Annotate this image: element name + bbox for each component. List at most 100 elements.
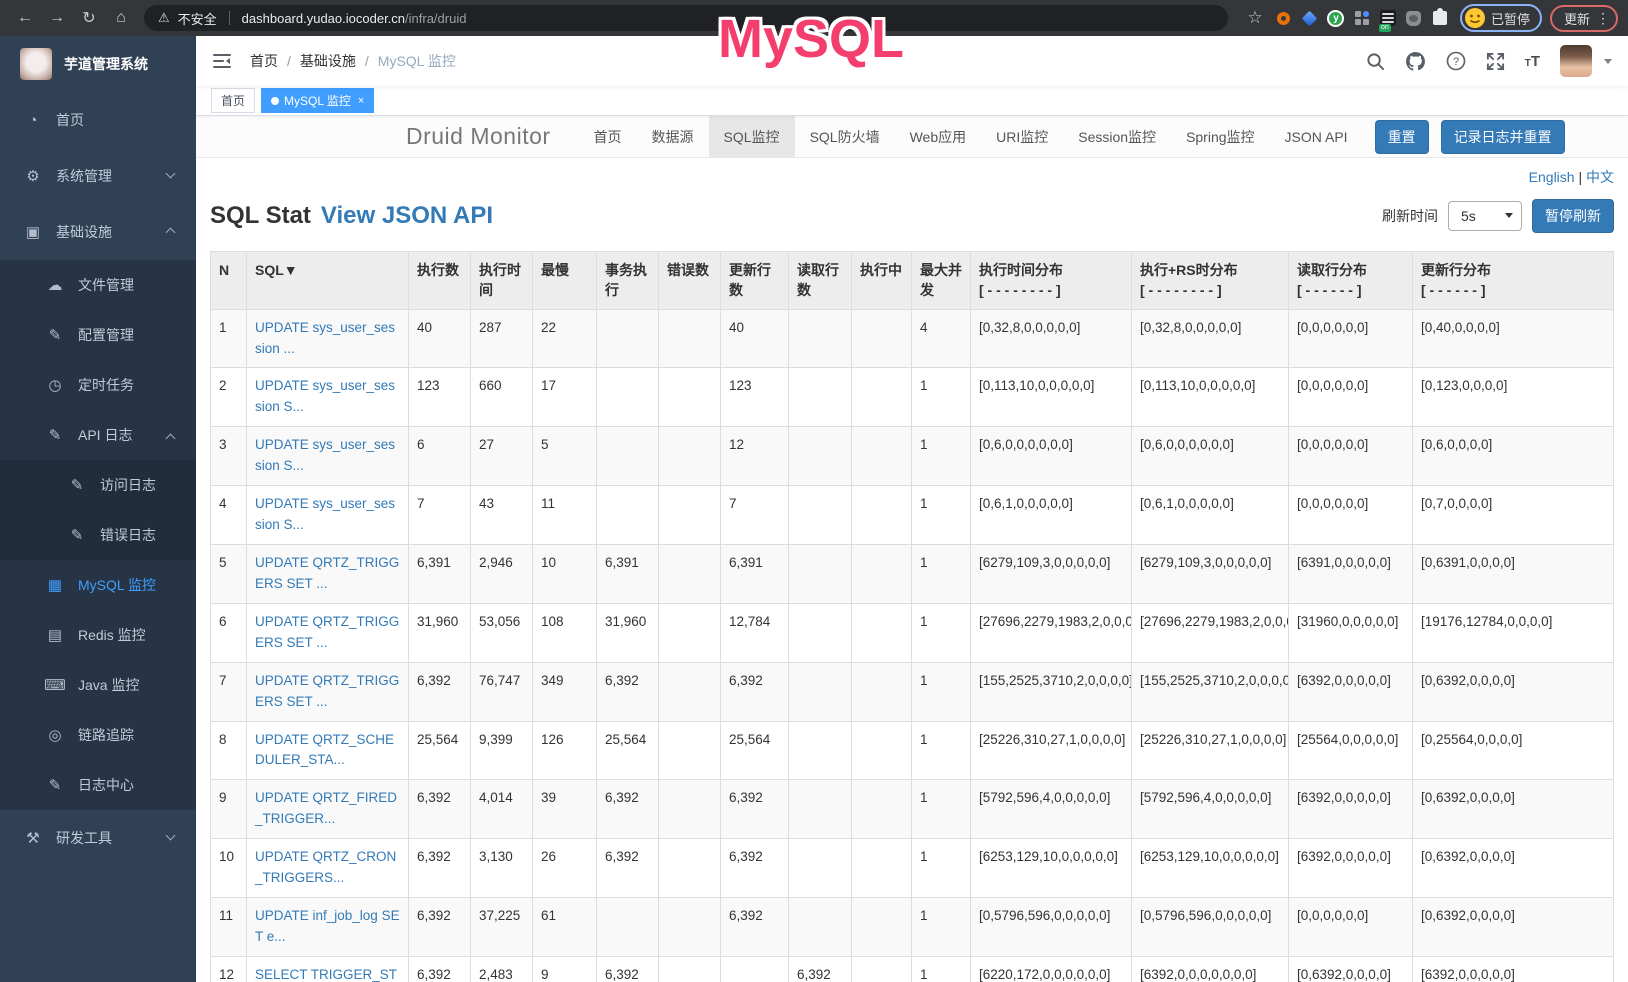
- cell-err: [659, 956, 721, 982]
- extension-gem-icon[interactable]: [1298, 6, 1322, 30]
- sidebar-item-system[interactable]: ⚙系统管理: [0, 148, 196, 204]
- druid-tab-Spring监控[interactable]: Spring监控: [1171, 116, 1269, 157]
- cell-err: [659, 427, 721, 486]
- update-button[interactable]: 更新 ⋮: [1550, 5, 1618, 32]
- layers-icon: ▤: [44, 626, 66, 644]
- home-icon[interactable]: ⌂: [106, 9, 136, 27]
- druid-tab-SQL防火墙[interactable]: SQL防火墙: [795, 116, 895, 157]
- fullscreen-icon[interactable]: [1486, 52, 1505, 71]
- eye-icon: ◎: [44, 726, 66, 744]
- sidebar-item-access-log[interactable]: ✎访问日志: [0, 460, 196, 510]
- sidebar-item-jobs[interactable]: ◷定时任务: [0, 360, 196, 410]
- sidebar-item-java[interactable]: ⌨Java 监控: [0, 660, 196, 710]
- cell-max: 126: [533, 721, 597, 780]
- reload-icon[interactable]: ↻: [74, 8, 104, 28]
- sidebar-item-files[interactable]: ☁文件管理: [0, 260, 196, 310]
- cell-run: [852, 427, 912, 486]
- druid-tab-Web应用[interactable]: Web应用: [895, 116, 982, 157]
- sql-link[interactable]: UPDATE QRTZ_TRIGGERS SET ...: [255, 614, 399, 650]
- druid-tab-JSON API[interactable]: JSON API: [1270, 116, 1363, 157]
- column-header: 最慢: [533, 252, 597, 310]
- cell-h_upd: [0,40,0,0,0,0]: [1413, 309, 1614, 368]
- gear-icon: ⚙: [22, 167, 44, 185]
- table-row: 12SELECT TRIGGER_STATE6,3922,48396,3926,…: [211, 956, 1614, 982]
- extension-list-icon[interactable]: on: [1376, 6, 1400, 30]
- cell-sql: UPDATE QRTZ_TRIGGERS SET ...: [247, 544, 409, 603]
- sql-link[interactable]: UPDATE QRTZ_TRIGGERS SET ...: [255, 673, 399, 709]
- sidebar-item-api-log[interactable]: ✎API 日志: [0, 410, 196, 460]
- menu-dots-icon[interactable]: ⋮: [1596, 10, 1610, 27]
- bookmark-star-icon[interactable]: ☆: [1240, 8, 1270, 28]
- cell-time: 4,014: [471, 780, 533, 839]
- sql-link[interactable]: UPDATE QRTZ_FIRED_TRIGGER...: [255, 790, 397, 826]
- sql-link[interactable]: UPDATE QRTZ_TRIGGERS SET ...: [255, 555, 399, 591]
- help-icon[interactable]: ?: [1446, 51, 1466, 71]
- sidebar-toggle-icon[interactable]: [212, 51, 232, 71]
- column-header[interactable]: SQL▼: [247, 252, 409, 310]
- cell-h_upd: [0,6392,0,0,0,0]: [1413, 662, 1614, 721]
- table-row: 8UPDATE QRTZ_SCHEDULER_STA...25,5649,399…: [211, 721, 1614, 780]
- sidebar-item-trace[interactable]: ◎链路追踪: [0, 710, 196, 760]
- app-logo[interactable]: 芋道管理系统: [0, 36, 196, 92]
- druid-tab-数据源[interactable]: 数据源: [637, 116, 709, 157]
- user-avatar[interactable]: [1560, 45, 1592, 77]
- sql-link[interactable]: UPDATE sys_user_session ...: [255, 320, 395, 356]
- lang-english-link[interactable]: English: [1529, 169, 1575, 185]
- sidebar-item-home[interactable]: ◔首页: [0, 92, 196, 148]
- druid-brand[interactable]: Druid Monitor: [406, 123, 551, 150]
- paused-label: 已暂停: [1491, 9, 1530, 28]
- cell-h_upd: [0,6,0,0,0,0]: [1413, 427, 1614, 486]
- sidebar-item-config[interactable]: ✎配置管理: [0, 310, 196, 360]
- sql-link[interactable]: UPDATE QRTZ_SCHEDULER_STA...: [255, 732, 394, 768]
- back-icon[interactable]: ←: [10, 9, 40, 27]
- toolbox-icon: ⚒: [22, 829, 44, 847]
- pause-refresh-button[interactable]: 暂停刷新: [1532, 199, 1614, 233]
- refresh-interval-select[interactable]: 5s: [1448, 201, 1522, 231]
- cell-n: 4: [211, 486, 247, 545]
- breadcrumb-item[interactable]: 基础设施: [300, 51, 356, 71]
- druid-tab-Session监控[interactable]: Session监控: [1063, 116, 1171, 157]
- log-and-reset-button[interactable]: 记录日志并重置: [1441, 120, 1565, 154]
- font-size-icon[interactable]: TT: [1525, 53, 1540, 70]
- caret-down-icon[interactable]: [1604, 59, 1612, 64]
- extension-monkey-icon[interactable]: [1402, 6, 1426, 30]
- extension-green-icon[interactable]: y: [1324, 6, 1348, 30]
- search-icon[interactable]: [1366, 52, 1385, 71]
- sidebar-item-infra[interactable]: ▣基础设施: [0, 204, 196, 260]
- view-tag[interactable]: MySQL 监控×: [261, 88, 374, 113]
- sql-link[interactable]: UPDATE QRTZ_CRON_TRIGGERS...: [255, 849, 396, 885]
- github-icon[interactable]: [1405, 51, 1426, 72]
- lang-chinese-link[interactable]: 中文: [1586, 169, 1614, 185]
- sidebar-item-mysql[interactable]: ▦MySQL 监控: [0, 560, 196, 610]
- breadcrumb-item[interactable]: 首页: [250, 51, 278, 71]
- cell-h_rs: [6279,109,3,0,0,0,0,0]: [1132, 544, 1289, 603]
- extension-puzzle-icon[interactable]: [1428, 6, 1452, 30]
- view-json-api-link[interactable]: View JSON API: [321, 202, 493, 230]
- view-tag[interactable]: 首页: [211, 88, 255, 113]
- sql-link[interactable]: UPDATE sys_user_session S...: [255, 378, 395, 414]
- cell-n: 2: [211, 368, 247, 427]
- sql-link[interactable]: UPDATE inf_job_log SET e...: [255, 908, 400, 944]
- security-label: 不安全: [178, 9, 217, 28]
- sidebar-item-redis[interactable]: ▤Redis 监控: [0, 610, 196, 660]
- sql-link[interactable]: UPDATE sys_user_session S...: [255, 496, 395, 532]
- cell-tx: 6,392: [597, 839, 659, 898]
- tag-close-icon[interactable]: ×: [358, 95, 364, 107]
- sidebar-item-log-center[interactable]: ✎日志中心: [0, 760, 196, 810]
- address-bar[interactable]: ⚠ 不安全 dashboard.yudao.iocoder.cn/infra/d…: [144, 5, 1228, 31]
- sql-link[interactable]: UPDATE sys_user_session S...: [255, 437, 395, 473]
- forward-icon[interactable]: →: [42, 9, 72, 27]
- extension-squares-icon[interactable]: [1350, 6, 1374, 30]
- top-navbar: 首页/基础设施/MySQL 监控 ? TT: [196, 36, 1628, 86]
- sidebar-item-devtools[interactable]: ⚒研发工具: [0, 810, 196, 866]
- profile-chip[interactable]: 已暂停: [1460, 4, 1542, 32]
- reset-button[interactable]: 重置: [1375, 120, 1429, 154]
- extension-adblock-icon[interactable]: [1272, 6, 1296, 30]
- druid-tab-URI监控[interactable]: URI监控: [981, 116, 1063, 157]
- druid-tab-首页[interactable]: 首页: [579, 116, 637, 157]
- sidebar-item-error-log[interactable]: ✎错误日志: [0, 510, 196, 560]
- cell-read: [789, 309, 852, 368]
- cell-tx: [597, 898, 659, 957]
- druid-tab-SQL监控[interactable]: SQL监控: [709, 116, 795, 157]
- sql-link[interactable]: SELECT TRIGGER_STATE: [255, 967, 397, 982]
